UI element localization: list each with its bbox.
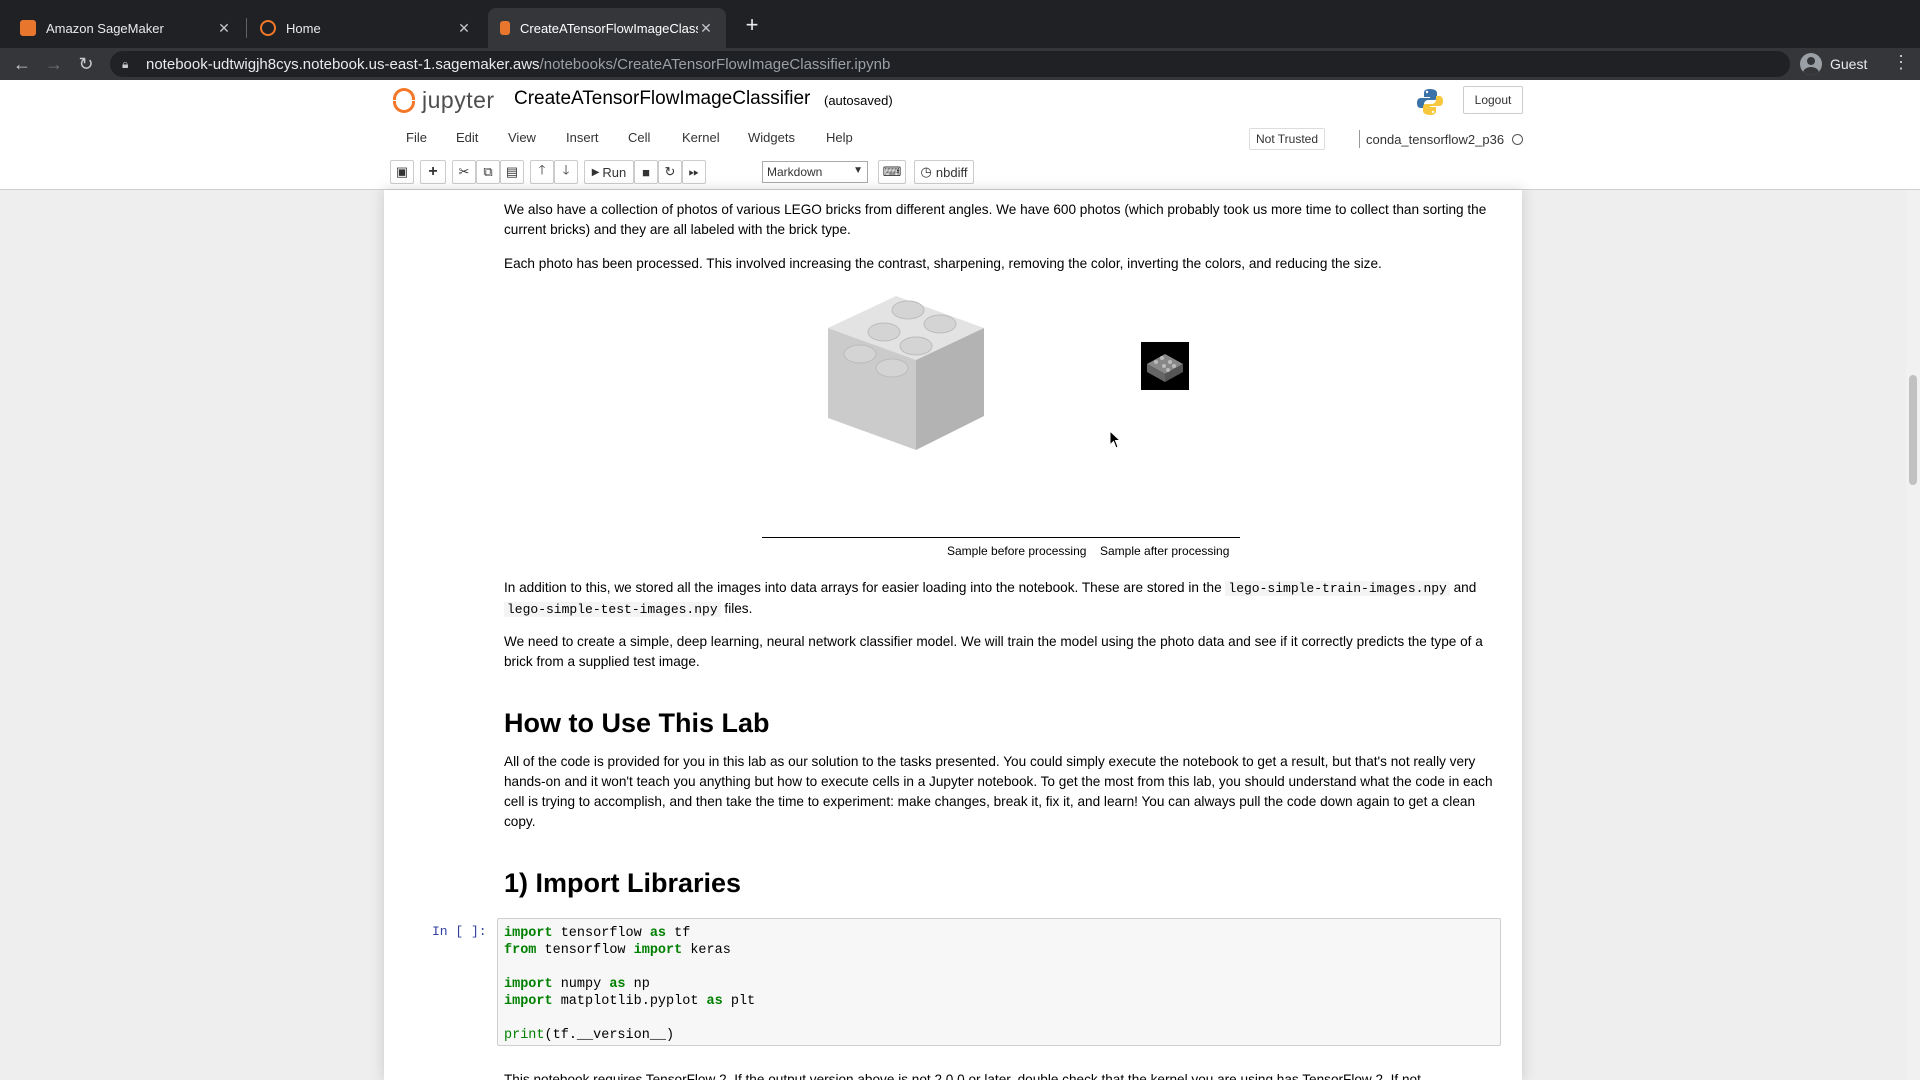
notebook-name[interactable]: CreateATensorFlowImageClassifier bbox=[514, 88, 810, 110]
restart-icon[interactable]: ↻ bbox=[658, 160, 682, 184]
kernel-indicator: conda_tensorflow2_p36 bbox=[1359, 130, 1524, 148]
menu-kernel[interactable]: Kernel bbox=[682, 130, 720, 145]
tab-title: CreateATensorFlowImageClassifier.ipynb bbox=[520, 20, 698, 36]
url-host: notebook-udtwigjh8cys.notebook.us-east-1… bbox=[146, 55, 540, 73]
tab-title: Amazon SageMaker bbox=[46, 20, 164, 36]
profile-button[interactable]: Guest bbox=[1800, 52, 1867, 76]
close-icon[interactable]: ✕ bbox=[216, 20, 232, 37]
logout-button[interactable]: Logout bbox=[1463, 86, 1523, 114]
markdown-paragraph: We need to create a simple, deep learnin… bbox=[504, 634, 1483, 669]
notebook-page: We also have a collection of photos of v… bbox=[384, 190, 1522, 1080]
trust-button[interactable]: Not Trusted bbox=[1249, 128, 1326, 150]
jupyter-icon bbox=[260, 20, 276, 36]
address-bar-row: ← → ↻ 🔒︎ notebook-udtwigjh8cys.notebook.… bbox=[0, 48, 1920, 80]
browser-tab-bar: Amazon SageMaker ✕ Home ✕ CreateATensorF… bbox=[0, 0, 1920, 48]
code-line: import tensorflow as tf bbox=[504, 926, 691, 941]
menu-edit[interactable]: Edit bbox=[456, 130, 478, 145]
nbdiff-button[interactable]: ◷ nbdiff bbox=[914, 160, 974, 184]
move-down-icon[interactable]: 🡓 bbox=[554, 160, 578, 184]
code-line: print(tf.__version__) bbox=[504, 1028, 675, 1043]
save-status: (autosaved) bbox=[824, 93, 893, 108]
tab-title: Home bbox=[286, 20, 321, 36]
markdown-paragraph: This notebook requires TensorFlow 2. If … bbox=[504, 1072, 1421, 1080]
clock-icon: ◷ bbox=[920, 164, 932, 179]
markdown-paragraph: In addition to this, we stored all the i… bbox=[504, 578, 1504, 620]
reload-icon[interactable]: ↻ bbox=[74, 52, 98, 76]
cell-prompt: In [ ]: bbox=[432, 924, 487, 939]
copy-icon[interactable]: ⧉ bbox=[476, 160, 500, 184]
save-icon[interactable]: ▣ bbox=[390, 160, 414, 184]
text-span: files. bbox=[720, 601, 753, 616]
url-field[interactable]: 🔒︎ notebook-udtwigjh8cys.notebook.us-eas… bbox=[110, 51, 1790, 77]
tab-amazon-sagemaker[interactable]: Amazon SageMaker ✕ bbox=[8, 8, 244, 48]
page-scrollbar[interactable] bbox=[1906, 190, 1920, 1080]
caption-after: Sample after processing bbox=[1100, 544, 1230, 558]
markdown-paragraph: All of the code is provided for you in t… bbox=[504, 754, 1493, 829]
notebook-icon bbox=[500, 21, 510, 35]
back-icon[interactable]: ← bbox=[10, 52, 34, 76]
code-line: import matplotlib.pyplot as plt bbox=[504, 994, 756, 1009]
text-span: and bbox=[1449, 580, 1477, 595]
interrupt-icon[interactable]: ■ bbox=[634, 160, 658, 184]
new-tab-button[interactable]: + bbox=[738, 12, 766, 40]
restart-run-all-icon[interactable]: ⏩︎ bbox=[682, 160, 706, 184]
heading-import-libraries: 1) Import Libraries bbox=[504, 868, 742, 898]
inline-code: lego-simple-train-images.npy bbox=[1225, 581, 1450, 596]
menu-file[interactable]: File bbox=[406, 130, 427, 145]
run-icon: ▶︎ bbox=[591, 166, 600, 178]
menu-view[interactable]: View bbox=[508, 130, 536, 145]
move-up-icon[interactable]: 🡑 bbox=[530, 160, 554, 184]
keyboard-icon[interactable]: ⌨ bbox=[878, 160, 906, 184]
cell-type-select[interactable]: Markdown ▼ bbox=[762, 161, 868, 183]
lego-brick-before-image bbox=[828, 296, 984, 450]
menu-insert[interactable]: Insert bbox=[566, 130, 599, 145]
heading-how-to-use: How to Use This Lab bbox=[504, 708, 770, 738]
mouse-cursor-icon bbox=[1109, 430, 1122, 449]
text-span: In addition to this, we stored all the i… bbox=[504, 580, 1226, 595]
run-label: Run bbox=[602, 164, 627, 180]
cut-icon[interactable]: ✂ bbox=[452, 160, 476, 184]
caption-before: Sample before processing bbox=[947, 544, 1087, 558]
kernel-idle-icon bbox=[1512, 133, 1524, 145]
menu-widgets[interactable]: Widgets bbox=[748, 130, 795, 145]
avatar-icon bbox=[1800, 53, 1822, 75]
scrollbar-thumb[interactable] bbox=[1909, 375, 1917, 485]
jupyter-logo-icon bbox=[392, 86, 416, 114]
menu-help[interactable]: Help bbox=[826, 130, 853, 145]
run-button[interactable]: ▶︎ Run bbox=[584, 160, 634, 184]
lego-brick-after-image bbox=[1141, 342, 1189, 390]
close-icon[interactable]: ✕ bbox=[456, 20, 472, 37]
lock-icon: 🔒︎ bbox=[122, 56, 129, 71]
close-icon[interactable]: ✕ bbox=[698, 20, 714, 37]
tab-home[interactable]: Home ✕ bbox=[248, 8, 484, 48]
forward-icon[interactable]: → bbox=[42, 52, 66, 76]
cell-type-value: Markdown bbox=[767, 165, 823, 179]
menu-bar: File Edit View Insert Cell Kernel Widget… bbox=[392, 130, 1522, 152]
lego-sample-figure bbox=[828, 296, 1189, 450]
code-line: import numpy as np bbox=[504, 977, 650, 992]
chevron-down-icon: ▼ bbox=[853, 165, 863, 176]
menu-cell[interactable]: Cell bbox=[628, 130, 650, 145]
code-cell[interactable]: import tensorflow as tf from tensorflow i… bbox=[497, 918, 1501, 1046]
inline-code: lego-simple-test-images.npy bbox=[504, 602, 721, 617]
sagemaker-icon bbox=[20, 20, 36, 36]
paste-icon[interactable]: ▤ bbox=[500, 160, 524, 184]
tab-create-tensorflow[interactable]: CreateATensorFlowImageClassifier.ipynb ✕ bbox=[488, 8, 726, 48]
jupyter-header: jupyter CreateATensorFlowImageClassifier… bbox=[0, 80, 1920, 190]
figure-rule bbox=[762, 537, 1240, 538]
jupyter-logo-text: jupyter bbox=[422, 86, 495, 113]
tab-separator bbox=[246, 18, 247, 38]
more-menu-icon[interactable]: ⋮ bbox=[1892, 52, 1910, 73]
code-line: from tensorflow import keras bbox=[504, 943, 731, 958]
profile-label: Guest bbox=[1830, 56, 1868, 72]
python-icon bbox=[1417, 89, 1443, 115]
nbdiff-label: nbdiff bbox=[935, 164, 968, 180]
insert-cell-icon[interactable]: + bbox=[420, 160, 446, 184]
url-path: /notebooks/CreateATensorFlowImageClassif… bbox=[539, 55, 891, 73]
jupyter-logo[interactable]: jupyter bbox=[392, 86, 495, 114]
kernel-name: conda_tensorflow2_p36 bbox=[1366, 131, 1505, 147]
